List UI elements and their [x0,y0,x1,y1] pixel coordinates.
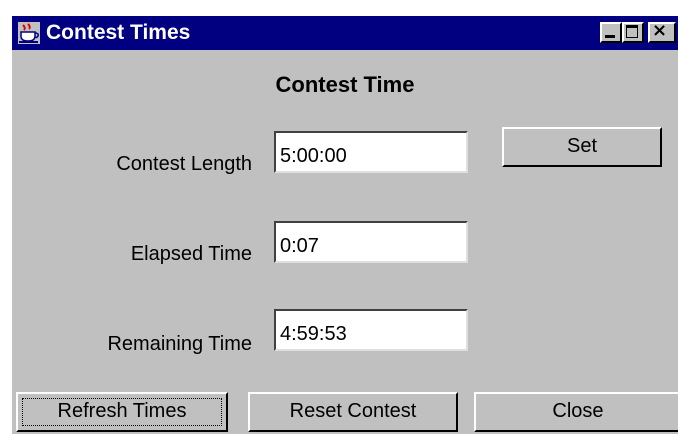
elapsed-time-input[interactable] [274,221,468,263]
set-button[interactable]: Set [502,127,662,167]
window-title: Contest Times [46,21,191,44]
close-icon: × [652,20,668,41]
focus-ring [22,398,222,426]
title-bar[interactable]: Contest Times × [12,16,678,50]
remaining-time-label: Remaining Time [107,333,252,355]
minimize-button[interactable] [600,22,622,43]
reset-contest-button[interactable]: Reset Contest [248,392,458,432]
contest-times-window: Contest Times × Contest Time Contest Len… [10,14,678,434]
java-coffee-cup-icon [18,22,40,44]
dialog-heading: Contest Time [275,72,415,97]
close-button[interactable]: Close [474,392,678,432]
elapsed-time-label: Elapsed Time [130,243,252,265]
close-window-button[interactable]: × [648,20,676,43]
contest-length-input[interactable] [274,131,468,173]
maximize-button[interactable] [622,22,644,43]
remaining-time-input[interactable] [274,309,468,351]
refresh-times-button[interactable]: Refresh Times [16,392,228,432]
contest-length-label: Contest Length [116,153,252,175]
